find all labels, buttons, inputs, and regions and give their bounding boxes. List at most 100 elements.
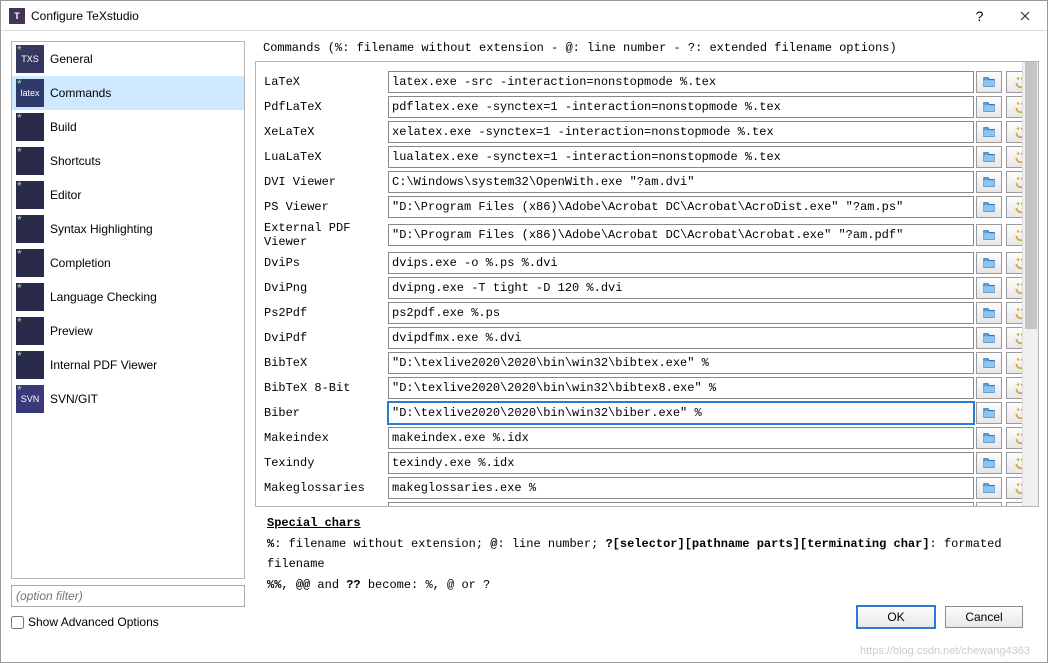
command-input[interactable] [388,71,974,93]
sidebar-item-icon [16,147,44,175]
browse-button[interactable] [976,352,1002,374]
browse-button[interactable] [976,302,1002,324]
sidebar-item-editor[interactable]: Editor [12,178,244,212]
command-row: BibTeX [260,352,1034,374]
command-input[interactable] [388,427,974,449]
browse-button[interactable] [976,252,1002,274]
sidebar-item-internal-pdf-viewer[interactable]: Internal PDF Viewer [12,348,244,382]
command-input[interactable] [388,121,974,143]
command-row: BibTeX 8-Bit [260,377,1034,399]
browse-button[interactable] [976,196,1002,218]
command-label: LaTeX [260,71,388,93]
command-input[interactable] [388,377,974,399]
command-row: DVI Viewer [260,171,1034,193]
command-label: XeLaTeX [260,121,388,143]
command-row: Texindy [260,452,1034,474]
command-input[interactable] [388,196,974,218]
command-input[interactable] [388,477,974,499]
browse-button[interactable] [976,452,1002,474]
command-input[interactable] [388,252,974,274]
sidebar-item-label: Commands [50,86,111,100]
scrollbar[interactable] [1022,62,1038,506]
command-input[interactable] [388,327,974,349]
option-filter-input[interactable] [11,585,245,607]
browse-button[interactable] [976,502,1002,507]
browse-button[interactable] [976,377,1002,399]
browse-button[interactable] [976,96,1002,118]
command-input[interactable] [388,171,974,193]
command-input[interactable] [388,502,974,507]
command-row: Makeindex [260,427,1034,449]
command-row: LaTeX [260,71,1034,93]
command-label: LuaLaTeX [260,146,388,168]
category-list: TXSGeneral latex Commands Build Shortcuts Edi… [11,41,245,579]
browse-button[interactable] [976,327,1002,349]
browse-button[interactable] [976,121,1002,143]
command-input[interactable] [388,146,974,168]
browse-button[interactable] [976,71,1002,93]
sidebar-item-label: Build [50,120,77,134]
browse-button[interactable] [976,171,1002,193]
command-row: Biber [260,402,1034,424]
section-header: Commands (%: filename without extension … [255,39,1039,61]
command-row: PdfLaTeX [260,96,1034,118]
scrollbar-thumb[interactable] [1025,62,1037,329]
sidebar-item-label: Completion [50,256,111,270]
cancel-button[interactable]: Cancel [945,606,1023,628]
browse-button[interactable] [976,427,1002,449]
sidebar-item-icon [16,249,44,277]
ok-button[interactable]: OK [857,606,935,628]
main-panel: Commands (%: filename without extension … [255,31,1047,635]
sidebar-item-icon [16,113,44,141]
sidebar-item-icon [16,317,44,345]
sidebar-item-general[interactable]: TXSGeneral [12,42,244,76]
sidebar-item-build[interactable]: Build [12,110,244,144]
browse-button[interactable] [976,402,1002,424]
command-input[interactable] [388,402,974,424]
command-input[interactable] [388,452,974,474]
command-row: MetaPost [260,502,1034,507]
command-label: DviPs [260,252,388,274]
sidebar-item-label: Editor [50,188,81,202]
sidebar-item-syntax-highlighting[interactable]: Syntax Highlighting [12,212,244,246]
command-row: External PDF Viewer [260,221,1034,249]
sidebar-item-commands[interactable]: latex Commands [12,76,244,110]
command-label: PS Viewer [260,196,388,218]
command-label: DviPng [260,277,388,299]
sidebar-item-preview[interactable]: Preview [12,314,244,348]
browse-button[interactable] [976,477,1002,499]
sidebar-item-icon: TXS [16,45,44,73]
sidebar-item-completion[interactable]: Completion [12,246,244,280]
command-row: Ps2Pdf [260,302,1034,324]
browse-button[interactable] [976,146,1002,168]
browse-button[interactable] [976,224,1002,246]
sidebar-item-shortcuts[interactable]: Shortcuts [12,144,244,178]
close-button[interactable] [1002,2,1047,30]
command-input[interactable] [388,277,974,299]
sidebar-item-label: Internal PDF Viewer [50,358,157,372]
command-label: Biber [260,402,388,424]
sidebar-item-language-checking[interactable]: Language Checking [12,280,244,314]
command-label: Makeindex [260,427,388,449]
help-button[interactable]: ? [957,2,1002,30]
sidebar-item-label: Shortcuts [50,154,101,168]
sidebar-item-icon [16,181,44,209]
command-row: DviPng [260,277,1034,299]
command-label: BibTeX [260,352,388,374]
command-label: MetaPost [260,502,388,507]
command-row: Makeglossaries [260,477,1034,499]
show-advanced-checkbox[interactable] [11,616,24,629]
sidebar-item-label: SVN/GIT [50,392,98,406]
browse-button[interactable] [976,277,1002,299]
sidebar-item-svn-git[interactable]: SVN SVN/GIT [12,382,244,416]
command-row: LuaLaTeX [260,146,1034,168]
command-input[interactable] [388,96,974,118]
command-input[interactable] [388,302,974,324]
command-input[interactable] [388,352,974,374]
sidebar-item-icon: SVN [16,385,44,413]
commands-panel: LaTeX PdfLaTeX XeLaTeX LuaLaTeX DVI Viewer PS… [255,61,1039,507]
command-input[interactable] [388,224,974,246]
command-label: PdfLaTeX [260,96,388,118]
command-label: DviPdf [260,327,388,349]
sidebar-item-icon: latex [16,79,44,107]
